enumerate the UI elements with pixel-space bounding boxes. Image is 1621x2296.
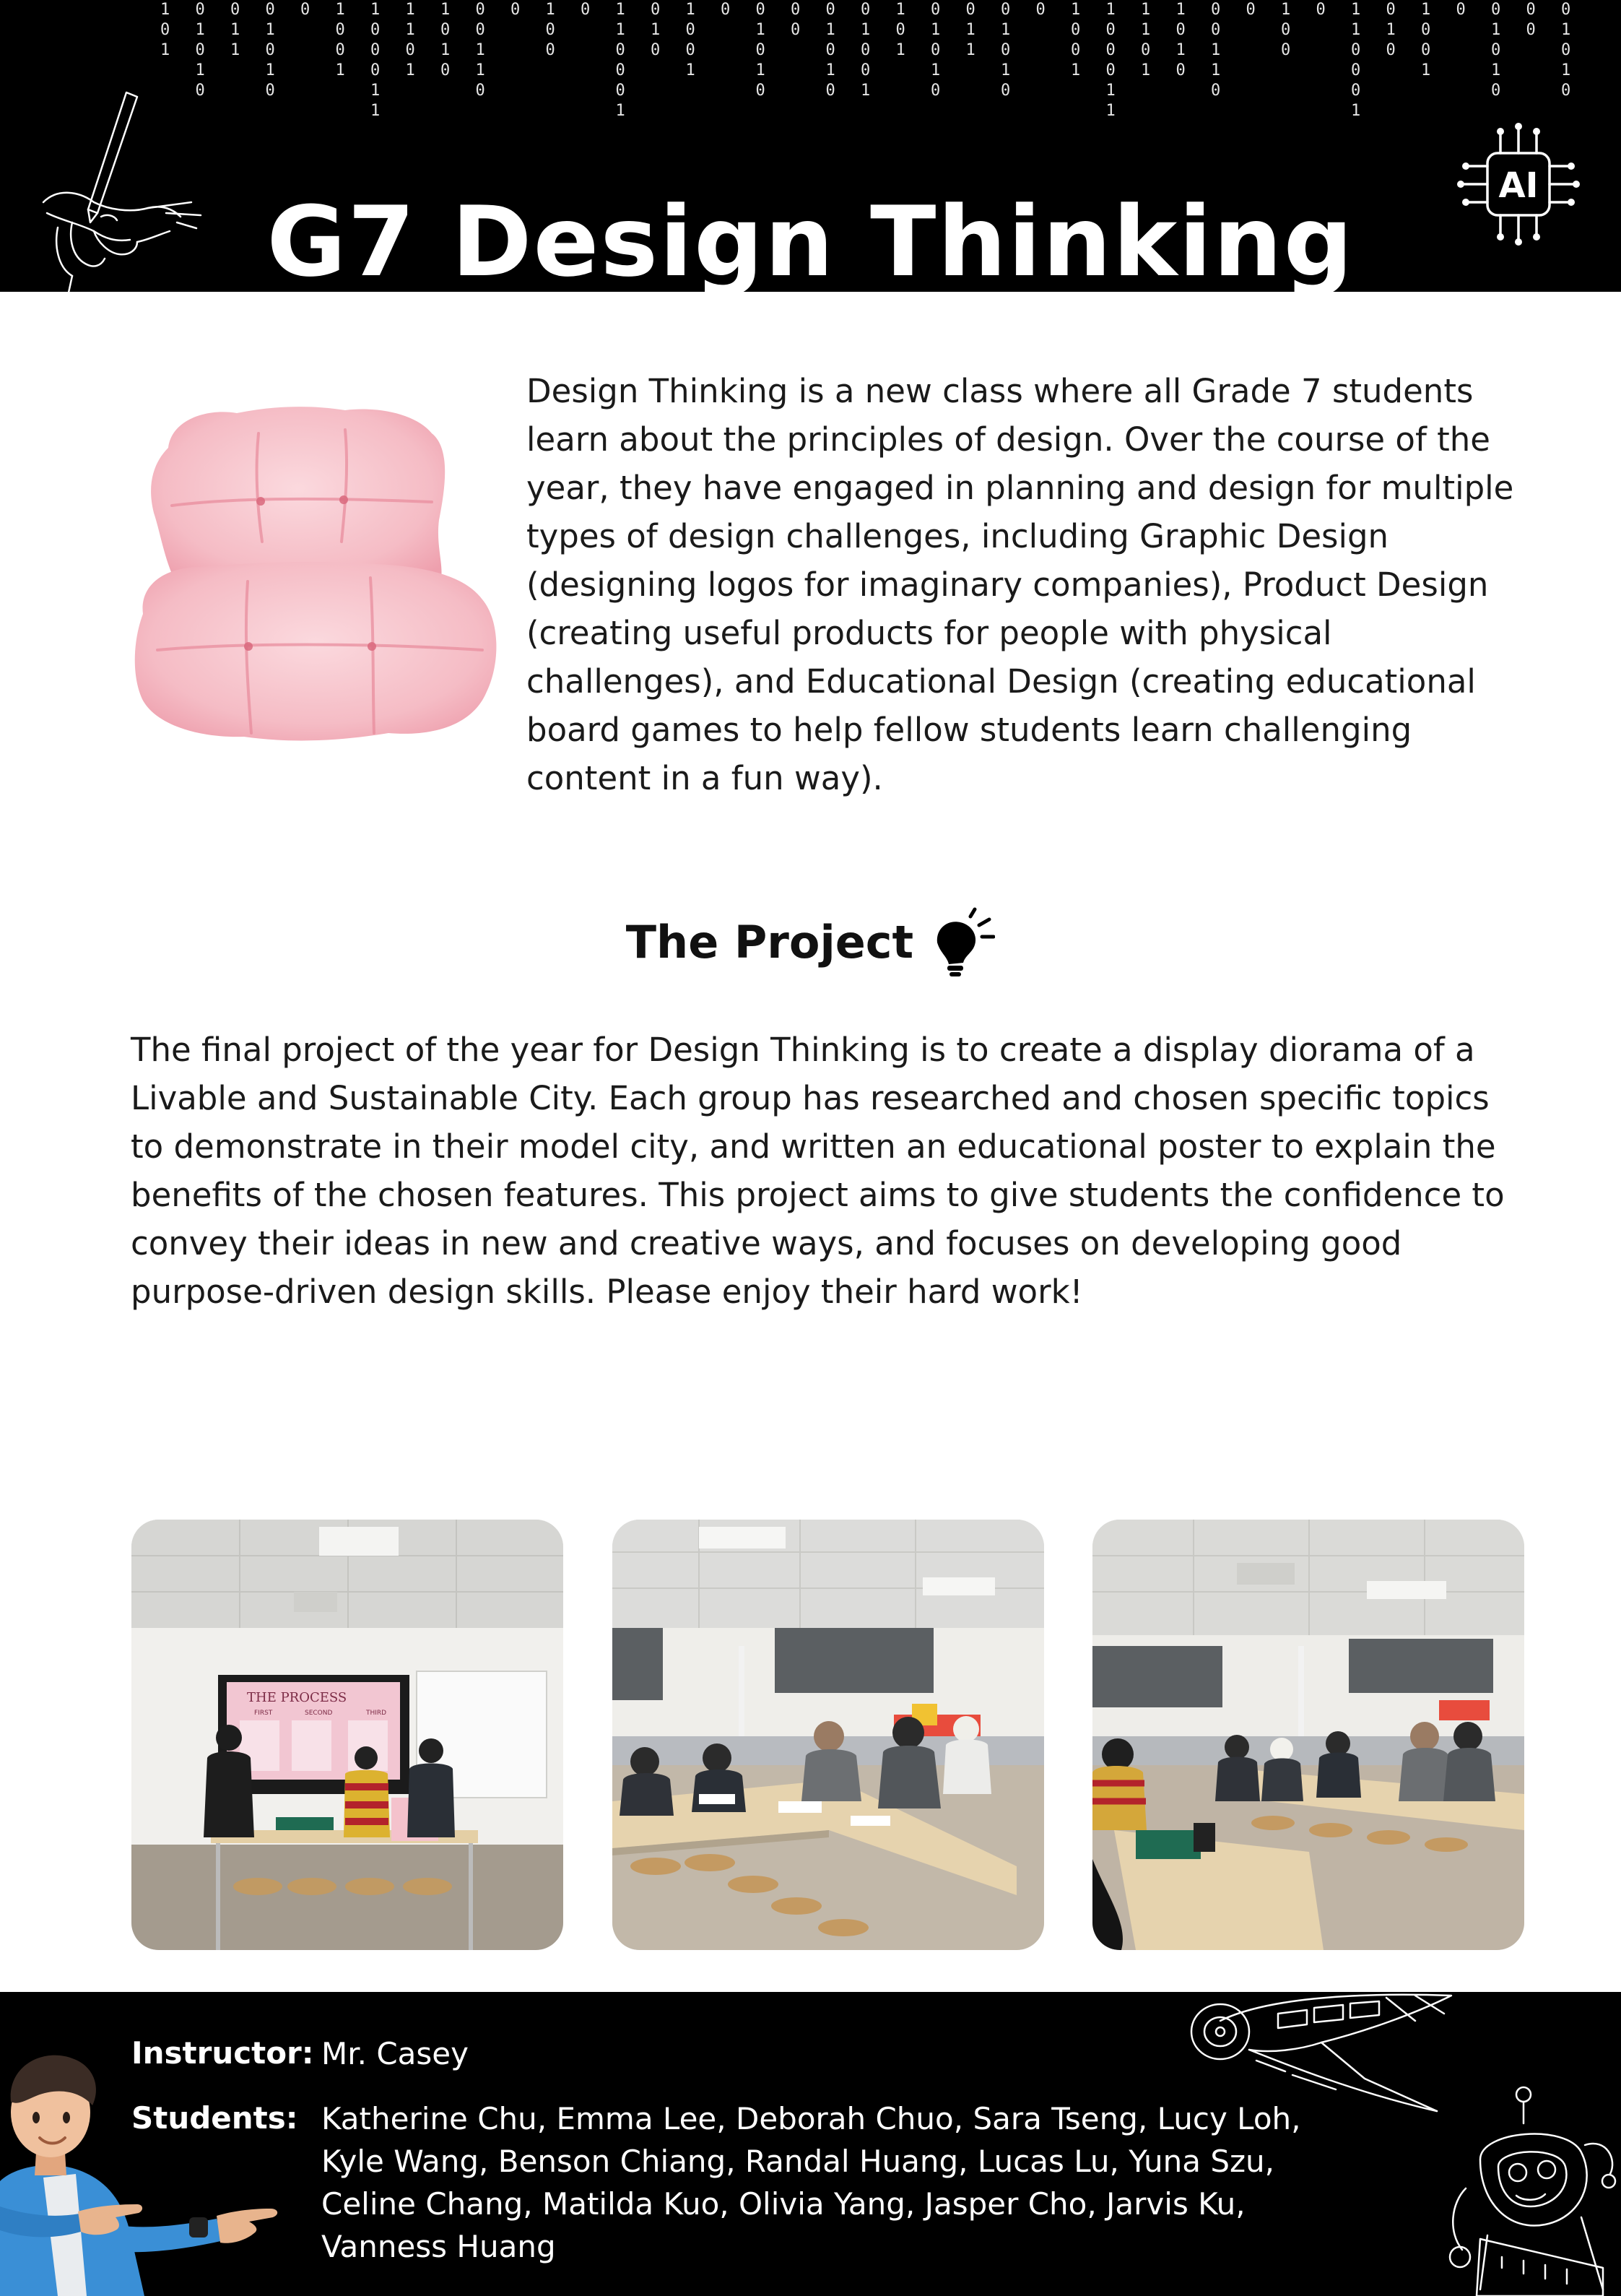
header-band: 1 0 1 0 1 0 1 0 0 1 1 0 1 0 1 0 0 1 0 0 1 1 0 …	[0, 0, 1621, 292]
binary-digit-column: 0	[1246, 1, 1256, 19]
binary-digit-column: 0 0 1 1 0	[1211, 1, 1221, 100]
project-heading-row: The Project	[0, 906, 1621, 979]
binary-digit-column: 0	[510, 1, 521, 19]
binary-digit-column: 1 0 1	[895, 1, 905, 59]
pink-cushion-image	[134, 407, 497, 741]
binary-digit-column: 0 1 0 1 0	[931, 1, 941, 100]
binary-digit-column: 1 0 0	[545, 1, 555, 59]
binary-digit-column: 1 0 0	[1281, 1, 1291, 59]
binary-digit-column: 0 1 0 1 0	[825, 1, 835, 100]
binary-digit-column: 1 0 0 1	[685, 1, 695, 79]
binary-digit-column: 0 1 0 1 0	[1491, 1, 1501, 100]
binary-digit-column: 1 0 1 0	[1175, 1, 1186, 79]
binary-digit-column: 1 1 0 1	[405, 1, 415, 79]
slide-title: THE PROCESS	[247, 1690, 347, 1705]
project-paragraph: The final project of the year for Design…	[131, 1031, 1505, 1311]
binary-digit-column: 0	[1035, 1, 1046, 19]
binary-digit-column: 0 0	[1526, 1, 1536, 39]
instructor-label: Instructor:	[131, 2035, 314, 2071]
ai-chip-label: AI	[1498, 165, 1538, 206]
binary-digit-column: 1 1 0 1	[1141, 1, 1151, 79]
binary-digit-column: 0 1 0 0 1	[861, 1, 871, 100]
intro-paragraph: Design Thinking is a new class where all…	[526, 372, 1514, 797]
binary-digit-column: 0	[300, 1, 310, 19]
binary-digit-column: 0 0	[791, 1, 801, 39]
binary-digit-column: 0	[581, 1, 591, 19]
section-heading: The Project	[625, 916, 914, 969]
classroom-photo-audience-left	[612, 1520, 1044, 1950]
binary-digit-column: 1 0 0 0 1 1	[370, 1, 381, 120]
binary-digit-column: 1 0 0 1	[1071, 1, 1081, 79]
binary-digit-column: 0 0 1 1 0	[475, 1, 485, 100]
binary-digit-column: 0 1 0 1 0	[1561, 1, 1571, 100]
pointing-person-icon	[0, 2055, 278, 2296]
binary-digit-column: 0 1 0	[651, 1, 661, 59]
binary-digit-column: 1 1 0 0 0 1	[615, 1, 625, 120]
binary-digit-column: 0 1 0	[1386, 1, 1396, 59]
lightbulb-icon	[937, 907, 996, 976]
slide-col-2: SECOND	[305, 1710, 333, 1717]
page-title: G7 Design Thinking	[266, 185, 1355, 292]
binary-digit-column: 0	[1456, 1, 1466, 19]
binary-digit-column: 1 0 0 0 1 1	[1105, 1, 1116, 120]
binary-digit-column: 1 0 1	[160, 1, 170, 59]
binary-digit-column: 1 1 0 0 0 1	[1351, 1, 1361, 120]
classroom-photo-presentation: THE PROCESS FIRST SECOND THIRD	[131, 1520, 563, 1950]
binary-digit-column: 0 1 0 1 0	[755, 1, 765, 100]
slide-col-3: THIRD	[365, 1710, 386, 1717]
instructor-name: Mr. Casey	[321, 2036, 469, 2071]
students-label: Students:	[131, 2100, 298, 2136]
binary-digit-column: 1 0 1 0	[440, 1, 451, 79]
students-list: Katherine Chu, Emma Lee, Deborah Chuo, S…	[321, 2101, 1301, 2264]
binary-digit-column: 0 1 0 1 0	[265, 1, 275, 100]
robot-icon	[1448, 2086, 1617, 2296]
binary-digit-column: 0 1 0 1 0	[195, 1, 205, 100]
binary-digit-column: 0 1 1	[230, 1, 240, 59]
classroom-photo-audience-right	[1092, 1520, 1524, 1950]
slide-col-1: FIRST	[254, 1710, 273, 1717]
binary-digit-column: 0	[721, 1, 731, 19]
binary-digit-column: 1 0 0 1	[1421, 1, 1431, 79]
binary-digit-column: 0 1 1	[965, 1, 975, 59]
binary-digit-column: 0 1 0 1 0	[1001, 1, 1011, 100]
binary-digit-column: 1 0 0 1	[335, 1, 345, 79]
binary-digit-column: 0	[1316, 1, 1326, 19]
ai-chip-icon: AI	[1457, 123, 1580, 246]
